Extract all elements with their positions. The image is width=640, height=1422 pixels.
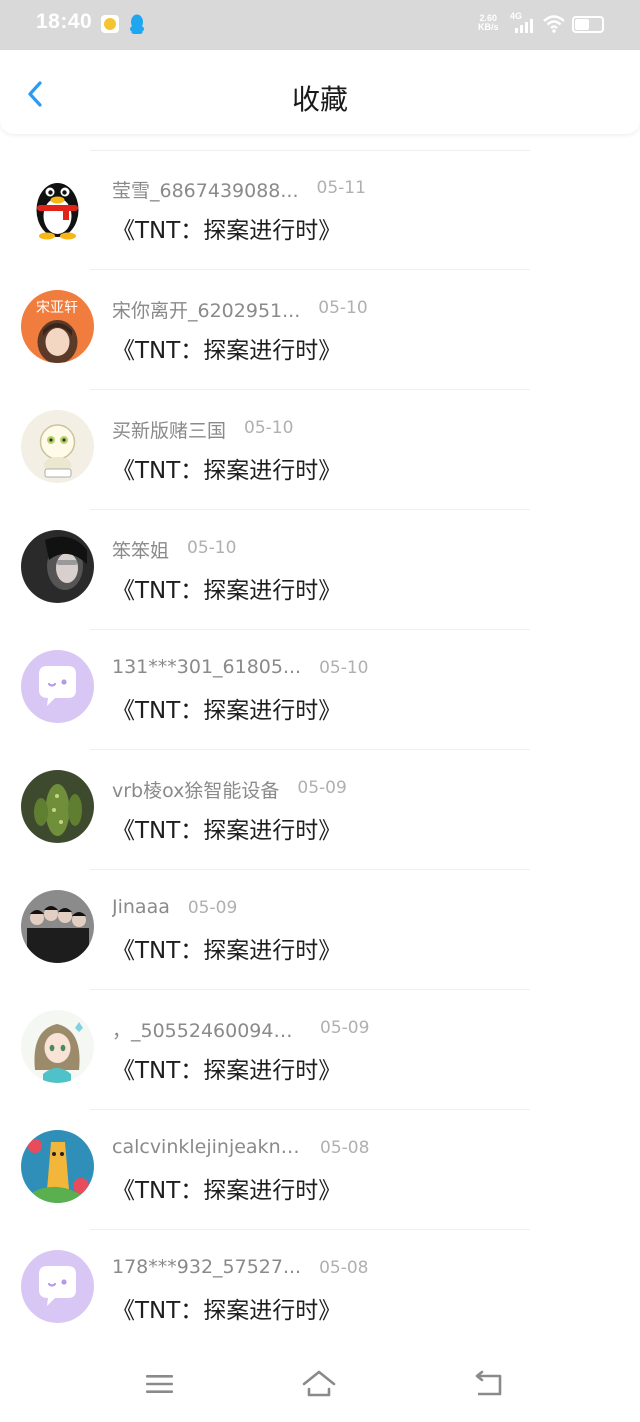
back-icon xyxy=(475,1370,502,1396)
painting-avatar xyxy=(21,1130,94,1203)
list-item[interactable]: 178***932_57527... 05-08 《TNT：探案进行时》 xyxy=(0,1230,640,1350)
anime-girl-avatar xyxy=(21,1010,94,1083)
list-item[interactable]: Jinaaa 05-09 《TNT：探案进行时》 xyxy=(0,870,640,990)
user-name: 买新版赌三国 xyxy=(112,420,227,442)
home-button[interactable] xyxy=(301,1368,337,1400)
system-back-button[interactable] xyxy=(470,1368,506,1400)
item-meta: calcvinklejinjeaknas 05-08 xyxy=(112,1136,369,1164)
dark-portrait-avatar xyxy=(21,530,94,603)
user-name: 宋你离开_6202951... xyxy=(112,300,301,322)
status-time: 18:40 xyxy=(36,10,93,33)
speed-unit: KB/s xyxy=(478,22,499,32)
default-chat-avatar xyxy=(21,650,94,723)
item-date: 05-09 xyxy=(187,898,238,918)
menu-button[interactable] xyxy=(142,1368,178,1400)
favorite-title: 《TNT：探案进行时》 xyxy=(112,1178,342,1204)
list-item[interactable]: 莹雪_6867439088... 05-11 《TNT：探案进行时》 xyxy=(0,150,640,270)
favorite-title: 《TNT：探案进行时》 xyxy=(112,1298,342,1324)
wifi-icon xyxy=(543,14,565,34)
favorite-title: 《TNT：探案进行时》 xyxy=(112,578,342,604)
list-item[interactable]: calcvinklejinjeaknas 05-08 《TNT：探案进行时》 xyxy=(0,1110,640,1230)
item-meta: Jinaaa 05-09 xyxy=(112,896,237,924)
list-item[interactable]: 宋亚轩 宋你离开_6202951... 05-10 《TNT：探案进行时》 xyxy=(0,270,640,390)
item-date: 05-08 xyxy=(320,1138,370,1158)
item-date: 05-11 xyxy=(316,178,366,198)
signal-icon xyxy=(510,13,538,35)
user-name: vrb棱ox狳智能设备 xyxy=(112,780,280,802)
user-name: calcvinklejinjeaknas xyxy=(112,1136,302,1158)
group-photo-avatar xyxy=(21,890,94,963)
home-icon xyxy=(302,1370,336,1397)
header: 收藏 xyxy=(0,50,640,134)
item-date: 05-08 xyxy=(319,1258,369,1278)
user-name: 178***932_57527... xyxy=(112,1256,302,1278)
item-date: 05-10 xyxy=(318,298,368,318)
list-item[interactable]: 买新版赌三国 05-10 《TNT：探案进行时》 xyxy=(0,390,640,510)
item-meta: 131***301_61805... 05-10 xyxy=(112,656,369,684)
svg-text:宋亚轩: 宋亚轩 xyxy=(36,300,78,316)
status-bar: 18:40 2.60 KB/s 4G xyxy=(0,0,640,50)
list-item[interactable]: ，_505524600946... 05-09 《TNT：探案进行时》 xyxy=(0,990,640,1110)
favorite-title: 《TNT：探案进行时》 xyxy=(112,938,342,964)
cartoon-sheep-avatar xyxy=(21,410,94,483)
item-meta: 买新版赌三国 05-10 xyxy=(112,416,293,444)
favorite-title: 《TNT：探案进行时》 xyxy=(112,1058,342,1084)
page-title: 收藏 xyxy=(291,83,348,116)
default-chat-avatar xyxy=(21,1250,94,1323)
user-name: 笨笨姐 xyxy=(112,540,170,562)
favorite-title: 《TNT：探案进行时》 xyxy=(112,698,342,724)
qq-icon xyxy=(128,13,146,35)
orange-portrait-avatar: 宋亚轩 xyxy=(21,290,94,363)
user-name: Jinaaa xyxy=(112,896,170,918)
item-date: 05-09 xyxy=(320,1018,370,1038)
item-meta: vrb棱ox狳智能设备 05-09 xyxy=(112,776,347,804)
navigation-bar xyxy=(0,1350,640,1422)
item-date: 05-10 xyxy=(187,538,237,558)
user-name: 莹雪_6867439088... xyxy=(112,180,299,202)
favorite-title: 《TNT：探案进行时》 xyxy=(112,218,342,244)
user-name: ，_505524600946... xyxy=(112,1020,302,1042)
item-meta: 178***932_57527... 05-08 xyxy=(112,1256,369,1284)
item-meta: ，_505524600946... 05-09 xyxy=(112,1016,369,1044)
item-date: 05-10 xyxy=(244,418,294,438)
list-item[interactable]: vrb棱ox狳智能设备 05-09 《TNT：探案进行时》 xyxy=(0,750,640,870)
favorite-title: 《TNT：探案进行时》 xyxy=(112,458,342,484)
network-speed: 2.60 KB/s xyxy=(478,14,499,32)
list-item[interactable]: 131***301_61805... 05-10 《TNT：探案进行时》 xyxy=(0,630,640,750)
item-date: 05-09 xyxy=(297,778,347,798)
item-meta: 宋你离开_6202951... 05-10 xyxy=(112,296,368,324)
item-meta: 莹雪_6867439088... 05-11 xyxy=(112,176,366,204)
qq-penguin-avatar xyxy=(21,170,94,243)
favorite-title: 《TNT：探案进行时》 xyxy=(112,338,342,364)
cactus-avatar xyxy=(21,770,94,843)
notification-app-icon xyxy=(101,15,119,33)
user-name: 131***301_61805... xyxy=(112,656,302,678)
menu-icon xyxy=(146,1375,173,1393)
list-item[interactable]: 笨笨姐 05-10 《TNT：探案进行时》 xyxy=(0,510,640,630)
favorite-title: 《TNT：探案进行时》 xyxy=(112,818,342,844)
item-meta: 笨笨姐 05-10 xyxy=(112,536,236,564)
battery-icon xyxy=(572,16,604,33)
item-date: 05-10 xyxy=(319,658,369,678)
battery-level xyxy=(575,19,589,30)
